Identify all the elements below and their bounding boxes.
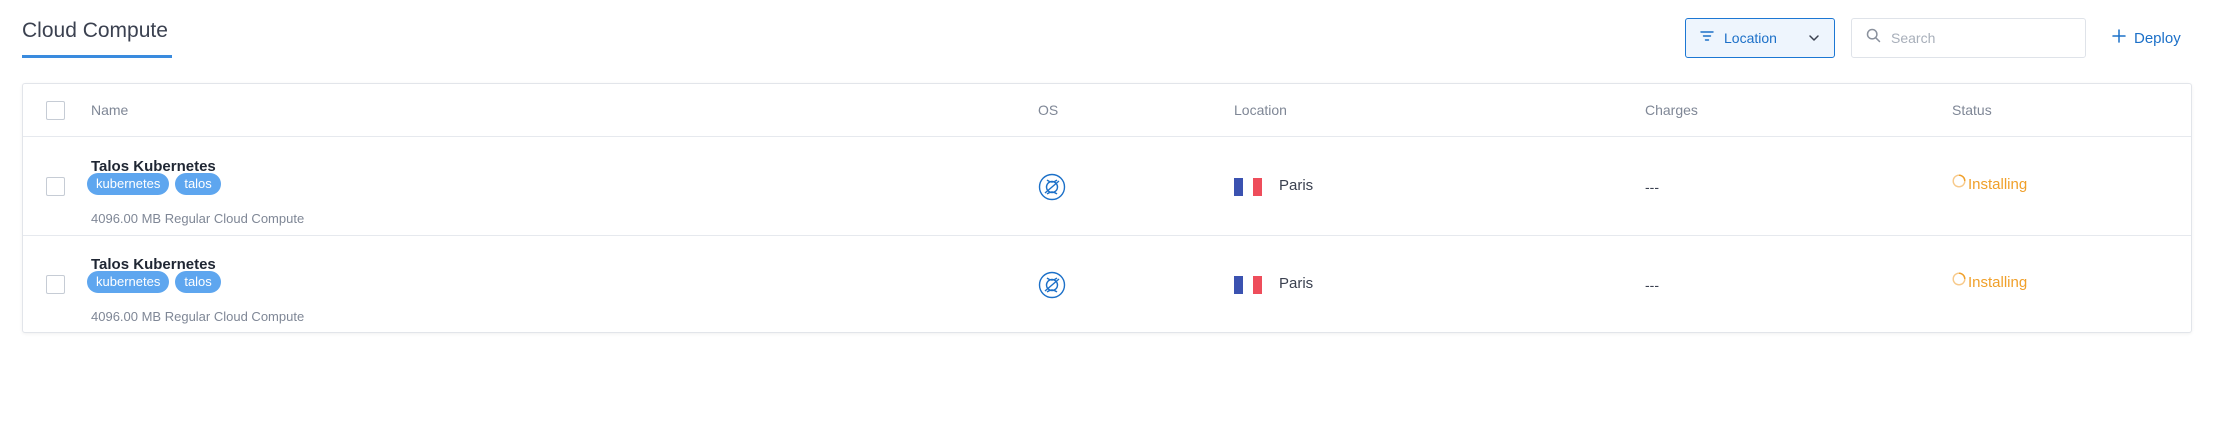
- search-icon: [1866, 28, 1881, 48]
- instance-description: 4096.00 MB Regular Cloud Compute: [91, 309, 305, 324]
- table-row[interactable]: Talos Kubernetes kubernetes talos 4096.0…: [23, 236, 2191, 334]
- table-row[interactable]: Talos Kubernetes kubernetes talos 4096.0…: [23, 138, 2191, 236]
- tag-kubernetes[interactable]: kubernetes: [87, 173, 170, 195]
- row-checkbox[interactable]: [46, 177, 65, 196]
- location-filter-label: Location: [1724, 30, 1777, 46]
- column-header-name[interactable]: Name: [91, 84, 128, 137]
- location-city: Paris: [1279, 177, 1314, 194]
- filter-icon: [1700, 29, 1714, 47]
- france-flag: [1234, 276, 1262, 294]
- tag-kubernetes[interactable]: kubernetes: [87, 271, 170, 293]
- talos-os-icon: [1038, 271, 1066, 299]
- tag-list: kubernetes talos: [87, 271, 221, 293]
- plus-icon: [2112, 29, 2126, 47]
- location-city: Paris: [1279, 275, 1314, 292]
- location-filter-button[interactable]: Location: [1685, 18, 1835, 58]
- select-all-checkbox[interactable]: [46, 101, 65, 120]
- charges-value: ---: [1645, 277, 1659, 293]
- column-header-os[interactable]: OS: [1038, 84, 1058, 137]
- search-box[interactable]: [1851, 18, 2086, 58]
- tag-list: kubernetes talos: [87, 173, 221, 195]
- status-text: Installing: [1968, 176, 2028, 193]
- row-checkbox[interactable]: [46, 275, 65, 294]
- instance-description: 4096.00 MB Regular Cloud Compute: [91, 211, 305, 226]
- page-title-tab[interactable]: Cloud Compute: [22, 18, 172, 58]
- chevron-down-icon: [1808, 29, 1820, 47]
- table-header: Name OS Location Charges Status: [23, 84, 2191, 137]
- deploy-button[interactable]: Deploy: [2112, 18, 2181, 58]
- column-header-location[interactable]: Location: [1234, 84, 1287, 137]
- loading-spinner-icon: [1952, 173, 1966, 188]
- column-header-charges[interactable]: Charges: [1645, 84, 1698, 137]
- tag-talos[interactable]: talos: [175, 271, 221, 293]
- france-flag: [1234, 178, 1262, 196]
- tag-talos[interactable]: talos: [175, 173, 221, 195]
- instances-table: Name OS Location Charges Status Talos Ku…: [22, 83, 2192, 333]
- status-text: Installing: [1968, 274, 2028, 291]
- status-badge: Installing: [1952, 173, 2028, 193]
- talos-os-icon: [1038, 173, 1066, 201]
- status-badge: Installing: [1952, 271, 2028, 291]
- loading-spinner-icon: [1952, 271, 1966, 286]
- page-title: Cloud Compute: [22, 19, 168, 42]
- column-header-status[interactable]: Status: [1952, 84, 1992, 137]
- deploy-label: Deploy: [2134, 29, 2181, 47]
- charges-value: ---: [1645, 179, 1659, 195]
- search-input[interactable]: [1891, 30, 2071, 46]
